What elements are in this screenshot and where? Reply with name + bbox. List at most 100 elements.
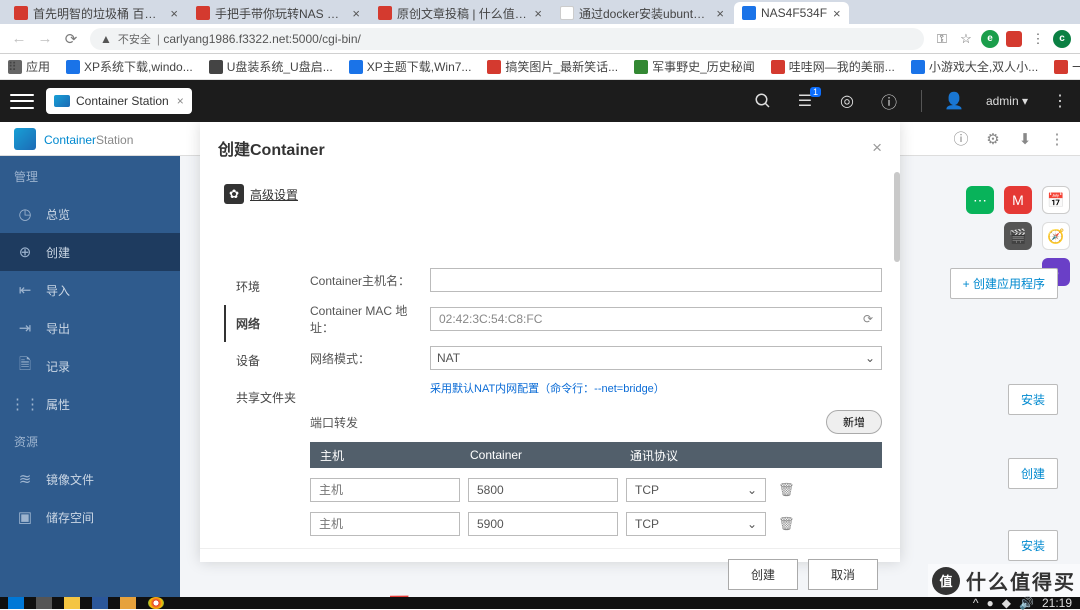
reload-button[interactable]: ⟳ xyxy=(58,26,84,52)
host-port-input[interactable] xyxy=(310,478,460,502)
hamburger-icon[interactable] xyxy=(10,89,34,113)
admin-label[interactable]: admin ▾ xyxy=(986,94,1028,108)
ext-icon[interactable] xyxy=(1005,30,1023,48)
delete-icon[interactable]: 🗑 xyxy=(778,516,795,532)
mode-label: 网络模式： xyxy=(310,350,430,367)
mac-input[interactable]: 02:42:3C:54:C8:FC ⟳ xyxy=(430,307,882,331)
browser-tab-active[interactable]: NAS4F534F× xyxy=(734,2,849,24)
more-icon[interactable]: ⋮ xyxy=(1050,91,1070,111)
folder-icon[interactable] xyxy=(120,597,136,609)
qnap-topbar: Container Station × ☰1 ◎ ⓘ 👤 admin ▾ ⋮ xyxy=(0,80,1080,122)
refresh-icon[interactable]: ⟳ xyxy=(863,312,873,326)
cs-logo-icon xyxy=(14,128,36,150)
close-icon[interactable]: × xyxy=(716,6,724,21)
browser-tab[interactable]: 通过docker安装ubuntu使用...× xyxy=(552,2,732,24)
tray-icon[interactable]: ^ xyxy=(973,596,979,610)
bookmark-item[interactable]: XP系统下载,windo... xyxy=(66,58,193,75)
host-port-input[interactable] xyxy=(310,512,460,536)
browser-tab[interactable]: 原创文章投稿 | 什么值得买× xyxy=(370,2,550,24)
bookmark-item[interactable]: 哇哇网—我的美丽... xyxy=(771,58,895,75)
info-icon[interactable]: ⓘ xyxy=(879,91,899,111)
nav-device[interactable]: 设备 xyxy=(224,342,304,379)
cancel-button[interactable]: 取消 xyxy=(808,559,878,590)
qnap-app-tab[interactable]: Container Station × xyxy=(46,88,192,114)
container-port-input[interactable] xyxy=(468,512,618,536)
gear-icon: ✿ xyxy=(224,184,244,204)
add-port-button[interactable]: 新增 xyxy=(826,410,882,434)
address-bar[interactable]: ▲ 不安全 | carlyang1986.f3322.net:5000/cgi-… xyxy=(90,28,924,50)
help-icon[interactable]: ⋮ xyxy=(1048,130,1066,148)
sidebar-item-volumes[interactable]: ▣储存空间 xyxy=(0,498,180,536)
apps-button[interactable]: ⠿应用 xyxy=(8,58,50,75)
bookmark-item[interactable]: 小游戏大全,双人小... xyxy=(911,58,1038,75)
iot-icon[interactable]: ⓘ xyxy=(952,130,970,148)
bookmark-item[interactable]: U盘装系统_U盘启... xyxy=(209,58,333,75)
sidebar-item-images[interactable]: ≋镜像文件 xyxy=(0,460,180,498)
sidebar-item-export[interactable]: ⇥导出 xyxy=(0,309,180,347)
browser-tab[interactable]: 手把手带你玩转NAS 首二十...× xyxy=(188,2,368,24)
menu-icon[interactable]: ⋮ xyxy=(1029,30,1047,48)
close-icon[interactable]: × xyxy=(872,138,882,158)
user-icon[interactable]: 👤 xyxy=(944,91,964,111)
install-button[interactable]: 安装 xyxy=(1008,384,1058,415)
app-icon[interactable]: ⋯ xyxy=(966,186,994,214)
sidebar-item-overview[interactable]: ◷总览 xyxy=(0,195,180,233)
modal-form: Container主机名： Container MAC 地址： 02:42:3C… xyxy=(304,218,882,548)
sidebar-item-logs[interactable]: 🗎记录 xyxy=(0,347,180,385)
browser-tab[interactable]: 首先明智的垃圾桶 百度云_值得...× xyxy=(6,2,186,24)
bookmark-item[interactable]: 一键重装系统_一键... xyxy=(1054,58,1080,75)
search-icon[interactable] xyxy=(753,91,773,111)
taskview-icon[interactable] xyxy=(36,597,52,609)
profile-icon[interactable]: c xyxy=(1053,30,1071,48)
forward-button[interactable]: → xyxy=(32,26,58,52)
close-icon[interactable]: × xyxy=(352,6,360,21)
container-port-input[interactable] xyxy=(468,478,618,502)
close-icon[interactable]: × xyxy=(170,6,178,21)
clock[interactable]: 21:19 xyxy=(1042,596,1072,610)
dashboard-icon[interactable]: ◎ xyxy=(837,91,857,111)
chrome-icon[interactable] xyxy=(148,597,164,609)
explorer-icon[interactable] xyxy=(64,597,80,609)
advanced-settings-toggle[interactable]: ✿ 高级设置 xyxy=(224,184,876,204)
tasks-icon[interactable]: ☰1 xyxy=(795,91,815,111)
nav-env[interactable]: 环境 xyxy=(224,268,304,305)
create-button[interactable]: 创建 xyxy=(1008,458,1058,489)
protocol-select[interactable]: TCP⌄ xyxy=(626,478,766,502)
app-icon[interactable]: 🧭 xyxy=(1042,222,1070,250)
protocol-select[interactable]: TCP⌄ xyxy=(626,512,766,536)
hostname-input[interactable] xyxy=(430,268,882,292)
download-icon[interactable]: ⬇ xyxy=(1016,130,1034,148)
bookmark-item[interactable]: XP主题下载,Win7... xyxy=(349,58,472,75)
nav-shared-folder[interactable]: 共享文件夹 xyxy=(224,379,304,416)
delete-icon[interactable]: 🗑 xyxy=(778,482,795,498)
app-icon[interactable]: 📅 xyxy=(1042,186,1070,214)
app-icon[interactable]: M xyxy=(1004,186,1032,214)
network-mode-select[interactable]: NAT⌄ xyxy=(430,346,882,370)
ext-icon[interactable]: e xyxy=(981,30,999,48)
create-container-modal: 创建Container × ✿ 高级设置 环境 网络 设备 共享文件夹 Cont… xyxy=(200,122,900,562)
tray-icon[interactable]: ● xyxy=(987,596,994,610)
sidebar-item-create[interactable]: ⊕创建 xyxy=(0,233,180,271)
sidebar-item-import[interactable]: ⇤导入 xyxy=(0,271,180,309)
pf-row: TCP⌄ 🗑 xyxy=(310,478,882,502)
bookmark-item[interactable]: 搞笑图片_最新笑话... xyxy=(487,58,618,75)
modal-scrollbar[interactable] xyxy=(892,172,900,492)
create-button[interactable]: 创建 xyxy=(728,559,798,590)
key-icon[interactable]: ⚿ xyxy=(933,30,951,48)
bookmark-item[interactable]: 军事野史_历史秘闻 xyxy=(634,58,755,75)
create-application-button[interactable]: + 创建应用程序 xyxy=(950,268,1058,299)
sidebar-item-preferences[interactable]: ⋮⋮属性 xyxy=(0,385,180,423)
back-button[interactable]: ← xyxy=(6,26,32,52)
tray-icon[interactable]: 🔊 xyxy=(1019,596,1034,610)
tray-icon[interactable]: ◆ xyxy=(1002,596,1011,610)
close-icon[interactable]: × xyxy=(534,6,542,21)
word-icon[interactable] xyxy=(92,597,108,609)
install-button[interactable]: 安装 xyxy=(1008,530,1058,561)
start-icon[interactable] xyxy=(8,597,24,609)
nav-network[interactable]: 网络 xyxy=(224,305,304,342)
settings-icon[interactable]: ⚙ xyxy=(984,130,1002,148)
close-icon[interactable]: × xyxy=(833,6,841,21)
close-icon[interactable]: × xyxy=(177,94,184,108)
star-icon[interactable]: ☆ xyxy=(957,30,975,48)
app-icon[interactable]: 🎬 xyxy=(1004,222,1032,250)
